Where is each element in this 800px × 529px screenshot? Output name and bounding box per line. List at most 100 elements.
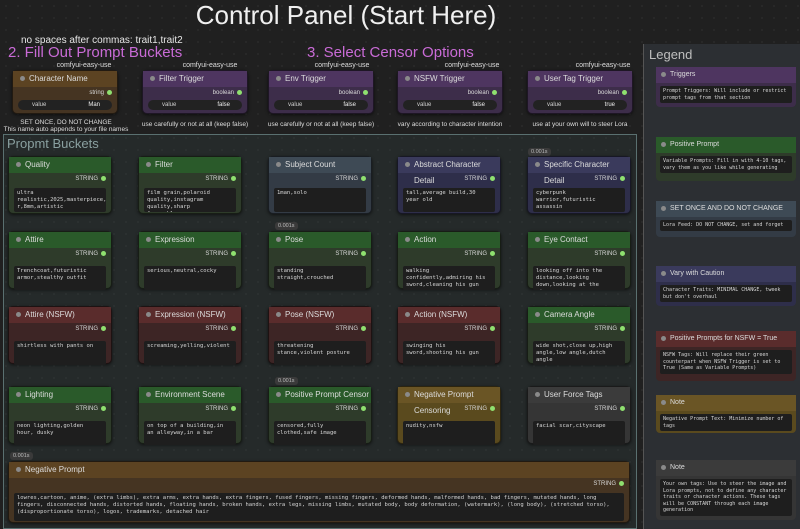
collapse-dot-icon[interactable] <box>146 162 151 167</box>
boolean-toggle[interactable]: value false <box>148 100 242 110</box>
output-label[interactable]: STRING <box>594 326 625 332</box>
bucket-node-lighting[interactable]: Lighting STRING neon lighting,golden hour,… <box>8 386 112 445</box>
prompt-textarea[interactable]: 1man,solo <box>274 188 366 212</box>
prompt-textarea[interactable]: serious,neutral,cocky <box>144 266 236 290</box>
value-widget[interactable]: value Man <box>18 100 112 110</box>
bucket-node-eye-contact[interactable]: Eye Contact STRING looking off into the di… <box>527 231 631 290</box>
character-name-node[interactable]: Character Name string value Man <box>12 70 118 114</box>
bucket-node-camera-angle[interactable]: Camera Angle STRING wide shot,close up,hig… <box>527 306 631 365</box>
collapse-dot-icon[interactable] <box>661 336 666 341</box>
output-label[interactable]: STRING <box>75 406 106 412</box>
collapse-dot-icon[interactable] <box>405 237 410 242</box>
collapse-dot-icon[interactable] <box>535 312 540 317</box>
output-label[interactable]: STRING <box>594 176 625 182</box>
prompt-textarea[interactable]: film grain,polaroid quality,instagram qu… <box>144 188 236 212</box>
output-label[interactable]: STRING <box>335 406 366 412</box>
collapse-dot-icon[interactable] <box>276 76 281 81</box>
output-label[interactable]: STRING <box>335 251 366 257</box>
prompt-textarea[interactable]: swinging his sword,shooting his gun <box>403 341 495 365</box>
prompt-textarea[interactable]: walking confidently,admiring his sword,c… <box>403 266 495 290</box>
collapse-dot-icon[interactable] <box>16 162 21 167</box>
prompt-textarea[interactable]: nudity,nsfw <box>403 421 495 445</box>
prompt-textarea[interactable]: on top of a building,in an alleyway,in a… <box>144 421 236 445</box>
bucket-node-action[interactable]: Action STRING walking confidently,admiring… <box>397 231 501 290</box>
bucket-node-pose-nsfw[interactable]: Pose (NSFW) STRING threatening stance,viol… <box>268 306 372 365</box>
collapse-dot-icon[interactable] <box>276 237 281 242</box>
collapse-dot-icon[interactable] <box>535 162 540 167</box>
output-label[interactable]: STRING <box>75 326 106 332</box>
output-label[interactable]: STRING <box>335 326 366 332</box>
output-label[interactable]: STRING <box>335 176 366 182</box>
negative-prompt-textarea[interactable]: lowres,cartoon, anime, (extra limbs), ex… <box>14 493 624 521</box>
bucket-node-abstract-character-detail[interactable]: Abstract Character Detail STRING tall,aver… <box>397 156 501 214</box>
prompt-textarea[interactable]: screaming,yelling,violent <box>144 341 236 365</box>
bucket-node-action-nsfw[interactable]: Action (NSFW) STRING swinging his sword,sh… <box>397 306 501 365</box>
collapse-dot-icon[interactable] <box>150 76 155 81</box>
bucket-node-negative-prompt-censoring[interactable]: Negative Prompt Censoring STRING nudity,ns… <box>397 386 501 445</box>
output-label[interactable]: string <box>89 90 112 96</box>
output-label[interactable]: STRING <box>464 176 495 182</box>
collapse-dot-icon[interactable] <box>535 76 540 81</box>
prompt-textarea[interactable]: shirtless with pants on <box>14 341 106 365</box>
output-label[interactable]: STRING <box>205 326 236 332</box>
output-label[interactable]: STRING <box>464 326 495 332</box>
output-label[interactable]: STRING <box>464 251 495 257</box>
collapse-dot-icon[interactable] <box>16 467 21 472</box>
prompt-textarea[interactable]: neon lighting,golden hour, dusky <box>14 421 106 445</box>
output-label[interactable]: STRING <box>594 406 625 412</box>
prompt-textarea[interactable]: cyberpunk warrior,futuristic assassin <box>533 188 625 212</box>
collapse-dot-icon[interactable] <box>661 206 666 211</box>
collapse-dot-icon[interactable] <box>146 312 151 317</box>
collapse-dot-icon[interactable] <box>146 392 151 397</box>
output-label[interactable]: STRING <box>464 406 495 412</box>
bucket-node-user-force-tags[interactable]: User Force Tags STRING facial scar,citysca… <box>527 386 631 445</box>
collapse-dot-icon[interactable] <box>16 237 21 242</box>
collapse-dot-icon[interactable] <box>535 237 540 242</box>
collapse-dot-icon[interactable] <box>16 392 21 397</box>
bucket-node-expression-nsfw[interactable]: Expression (NSFW) STRING screaming,yelling… <box>138 306 242 365</box>
env-trigger-node[interactable]: Env Trigger boolean value false <box>268 70 374 114</box>
output-label[interactable]: STRING <box>594 251 625 257</box>
prompt-textarea[interactable]: standing straight,crouched <box>274 266 366 290</box>
bucket-node-pose[interactable]: Pose STRING standing straight,crouched <box>268 231 372 290</box>
collapse-dot-icon[interactable] <box>535 392 540 397</box>
output-label[interactable]: boolean <box>468 90 497 96</box>
bucket-node-subject-count[interactable]: Subject Count STRING 1man,solo <box>268 156 372 214</box>
collapse-dot-icon[interactable] <box>16 312 21 317</box>
collapse-dot-icon[interactable] <box>276 392 281 397</box>
bucket-node-positive-prompt-censor[interactable]: Positive Prompt Censor STRING censored,ful… <box>268 386 372 445</box>
prompt-textarea[interactable]: Trenchcoat,futuristic armor,stealthy out… <box>14 266 106 290</box>
filter-trigger-node[interactable]: Filter Trigger boolean value false <box>142 70 248 114</box>
output-label[interactable]: boolean <box>598 90 627 96</box>
bucket-node-quality[interactable]: Quality STRING ultra realistic,2025,master… <box>8 156 112 214</box>
output-label[interactable]: STRING <box>593 481 624 487</box>
collapse-dot-icon[interactable] <box>20 76 25 81</box>
prompt-textarea[interactable]: tall,average build,30 year old <box>403 188 495 212</box>
output-label[interactable]: STRING <box>205 251 236 257</box>
collapse-dot-icon[interactable] <box>661 72 666 77</box>
output-label[interactable]: boolean <box>339 90 368 96</box>
collapse-dot-icon[interactable] <box>276 312 281 317</box>
collapse-dot-icon[interactable] <box>661 465 666 470</box>
boolean-toggle[interactable]: value false <box>274 100 368 110</box>
output-label[interactable]: boolean <box>213 90 242 96</box>
bucket-node-environment-scene[interactable]: Environment Scene STRING on top of a build… <box>138 386 242 445</box>
prompt-textarea[interactable]: threatening stance,violent posture <box>274 341 366 365</box>
collapse-dot-icon[interactable] <box>661 400 666 405</box>
negative-prompt-node[interactable]: Negative Prompt STRING lowres,cartoon, a… <box>8 461 630 523</box>
collapse-dot-icon[interactable] <box>405 162 410 167</box>
prompt-textarea[interactable]: facial scar,cityscape <box>533 421 625 445</box>
bucket-node-attire-nsfw[interactable]: Attire (NSFW) STRING shirtless with pants … <box>8 306 112 365</box>
collapse-dot-icon[interactable] <box>661 142 666 147</box>
output-label[interactable]: STRING <box>75 176 106 182</box>
prompt-textarea[interactable]: looking off into the distance,looking do… <box>533 266 625 290</box>
output-label[interactable]: STRING <box>205 406 236 412</box>
bucket-node-expression[interactable]: Expression STRING serious,neutral,cocky <box>138 231 242 290</box>
user-tag-trigger-node[interactable]: User Tag Trigger boolean value true <box>527 70 633 114</box>
nsfw-trigger-node[interactable]: NSFW Trigger boolean value false <box>397 70 503 114</box>
collapse-dot-icon[interactable] <box>661 271 666 276</box>
bucket-node-specific-character-detail[interactable]: Specific Character Detail STRING cyberpunk… <box>527 156 631 214</box>
collapse-dot-icon[interactable] <box>276 162 281 167</box>
collapse-dot-icon[interactable] <box>405 76 410 81</box>
prompt-textarea[interactable]: ultra realistic,2025,masterpiece,dsl r,8… <box>14 188 106 212</box>
